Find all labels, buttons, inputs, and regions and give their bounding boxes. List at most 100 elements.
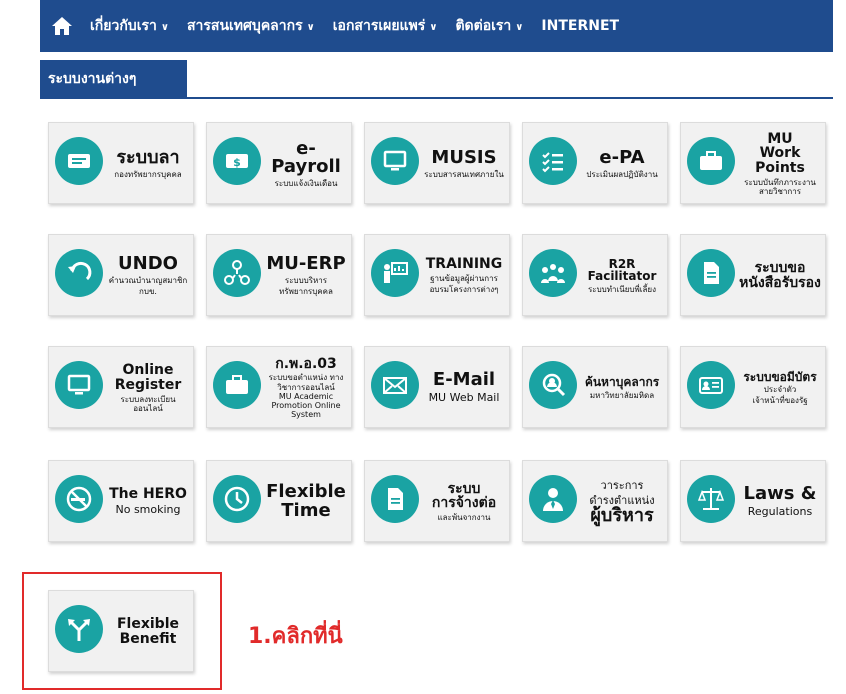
home-icon[interactable]: [48, 12, 76, 40]
tile-caption: ทรัพยากรบุคคล: [279, 287, 333, 297]
search-person-icon: [529, 361, 577, 409]
tile-flexible-time[interactable]: Flexible Time: [206, 460, 352, 542]
tile-subtitle: No smoking: [115, 503, 181, 517]
tile-caption: และพ้นจากงาน: [437, 513, 491, 523]
tile-caption: ผู้บริหาร: [590, 505, 654, 527]
tile-training[interactable]: TRAINING ฐานข้อมูลผู้ผ่านการ อบรมโครงการต่…: [364, 234, 510, 316]
nav-contact[interactable]: ติดต่อเรา ∨: [455, 15, 523, 37]
tile-title: Laws &: [743, 483, 817, 505]
chevron-down-icon: ∨: [306, 22, 315, 33]
tile-title: TRAINING: [425, 256, 503, 273]
tile-subtitle: ระบบบริหาร: [284, 276, 328, 286]
tile-online-register[interactable]: Online Register ระบบลงทะเบียนออนไลน์: [48, 346, 194, 428]
tile-leave-system[interactable]: ระบบลา กองทรัพยากรบุคคล: [48, 122, 194, 204]
tile-subtitle: ระบบขอตำแหน่ง ทางวิชาการออนไลน์: [268, 373, 344, 392]
tile-kpo-03[interactable]: ก.พ.อ.03 ระบบขอตำแหน่ง ทางวิชาการออนไลน์ M…: [206, 346, 352, 428]
chevron-down-icon: ∨: [429, 22, 438, 33]
tile-subtitle: ระบบสารสนเทศภายใน: [424, 169, 504, 179]
nav-about[interactable]: เกี่ยวกับเรา ∨: [90, 15, 169, 37]
tile-the-hero[interactable]: The HERO No smoking: [48, 460, 194, 542]
briefcase-icon: [213, 361, 261, 409]
tile-subtitle: ประเมินผลปฏิบัติงาน: [586, 169, 658, 179]
computer-icon: [55, 361, 103, 409]
tile-caption: ระบบบันทึกภาระงาน สายวิชาการ: [744, 177, 816, 197]
computer-icon: [371, 137, 419, 185]
highlight-box: [22, 572, 222, 690]
tile-caption: ระบบลงทะเบียนออนไลน์: [120, 394, 176, 413]
mail-icon: [371, 361, 419, 409]
id-card-icon: [687, 361, 735, 409]
chevron-down-icon: ∨: [515, 22, 524, 33]
tile-id-card-request[interactable]: ระบบขอมีบัตร ประจำตัว เจ้าหน้าที่ของรัฐ: [680, 346, 826, 428]
nav-documents[interactable]: เอกสารเผยแพร่ ∨: [333, 15, 438, 37]
tile-subtitle: คำนวณบำนาญสมาชิก: [108, 276, 188, 286]
briefcase-icon: [687, 137, 735, 185]
tile-musis[interactable]: MUSIS ระบบสารสนเทศภายใน: [364, 122, 510, 204]
leave-icon: [55, 137, 103, 185]
tile-contract-extension[interactable]: ระบบ การจ้างต่อ และพ้นจากงาน: [364, 460, 510, 542]
tile-title: E-Mail: [432, 369, 496, 391]
chevron-down-icon: ∨: [160, 22, 169, 33]
instruction-callout: 1.คลิกที่นี่: [248, 624, 343, 649]
nav-hr-info[interactable]: สารสนเทศบุคลากร ∨: [187, 15, 315, 37]
presentation-icon: [371, 249, 419, 297]
tile-subtitle: ระบบทำเนียบพี่เลี้ยง: [588, 285, 656, 294]
tile-title: ระบบขอมีบัตร: [743, 369, 817, 384]
tile-subtitle: Work Points: [755, 145, 805, 177]
tile-undo[interactable]: UNDO คำนวณบำนาญสมาชิก กบข.: [48, 234, 194, 316]
tile-title: Online: [122, 362, 174, 379]
nav-documents-label: เอกสารเผยแพร่: [332, 18, 426, 34]
tile-subtitle: Regulations: [747, 505, 813, 519]
undo-icon: [55, 249, 103, 297]
document-icon: [371, 475, 419, 523]
tile-caption: กบข.: [139, 287, 157, 297]
tile-subtitle: Time: [281, 500, 331, 521]
tile-subtitle: ฐานข้อมูลผู้ผ่านการ: [430, 274, 498, 284]
checklist-icon: [529, 137, 577, 185]
nav-contact-label: ติดต่อเรา: [455, 18, 512, 34]
section-title: ระบบงานต่างๆ: [40, 60, 187, 98]
tile-title: ค้นหาบุคลากร: [584, 375, 660, 390]
tile-subtitle: MU Web Mail: [428, 391, 500, 405]
tile-title: MU-ERP: [266, 253, 346, 275]
tile-subtitle: การจ้างต่อ: [431, 495, 497, 512]
tile-title: วาระการ: [600, 478, 644, 492]
payroll-icon: $: [213, 137, 261, 185]
top-navbar: เกี่ยวกับเรา ∨ สารสนเทศบุคลากร ∨ เอกสารเผย…: [40, 0, 833, 52]
tile-subtitle: ระบบแจ้งเงินเดือน: [274, 179, 338, 189]
scales-icon: [687, 475, 735, 523]
tile-mu-work-points[interactable]: MU Work Points ระบบบันทึกภาระงาน สายวิชากา…: [680, 122, 826, 204]
tile-title: ระบบลา: [116, 146, 180, 168]
tile-r2r-facilitator[interactable]: R2R Facilitator ระบบทำเนียบพี่เลี้ยง: [522, 234, 668, 316]
tile-subtitle: หนังสือรับรอง: [739, 275, 821, 291]
tile-caption: เจ้าหน้าที่ของรัฐ: [752, 396, 808, 406]
tile-certificate-request[interactable]: ระบบขอ หนังสือรับรอง: [680, 234, 826, 316]
tile-title: e-PA: [599, 146, 645, 168]
tile-e-pa[interactable]: e-PA ประเมินผลปฏิบัติงาน: [522, 122, 668, 204]
nav-internet-label: INTERNET: [541, 18, 620, 34]
tile-e-mail[interactable]: E-Mail MU Web Mail: [364, 346, 510, 428]
tile-subtitle: Register: [114, 376, 182, 393]
tile-title: UNDO: [118, 253, 178, 275]
tile-title: The HERO: [109, 486, 187, 503]
group-icon: [529, 249, 577, 297]
tile-executive-term[interactable]: วาระการ ดำรงตำแหน่ง ผู้บริหาร: [522, 460, 668, 542]
tile-laws-regulations[interactable]: Laws & Regulations: [680, 460, 826, 542]
tile-subtitle: มหาวิทยาลัยมหิดล: [589, 390, 655, 400]
tile-search-personnel[interactable]: ค้นหาบุคลากร มหาวิทยาลัยมหิดล: [522, 346, 668, 428]
nav-hr-info-label: สารสนเทศบุคลากร: [186, 18, 303, 34]
tile-title: R2R Facilitator: [587, 256, 657, 284]
tile-title: ระบบขอ: [754, 260, 806, 277]
document-icon: [687, 249, 735, 297]
tile-subtitle: ประจำตัว: [763, 385, 797, 395]
section-divider: [40, 97, 833, 99]
tile-mu-erp[interactable]: MU-ERP ระบบบริหาร ทรัพยากรบุคคล: [206, 234, 352, 316]
nav-about-label: เกี่ยวกับเรา: [90, 18, 157, 34]
tile-e-payroll[interactable]: $ e-Payroll ระบบแจ้งเงินเดือน: [206, 122, 352, 204]
tile-title: ระบบ: [447, 480, 481, 497]
tile-title: ก.พ.อ.03: [275, 355, 337, 372]
tile-title: MU: [767, 130, 793, 147]
tile-caption: MU Academic Promotion Online System: [271, 391, 341, 420]
nav-internet[interactable]: INTERNET: [541, 18, 619, 34]
no-smoking-icon: [55, 475, 103, 523]
